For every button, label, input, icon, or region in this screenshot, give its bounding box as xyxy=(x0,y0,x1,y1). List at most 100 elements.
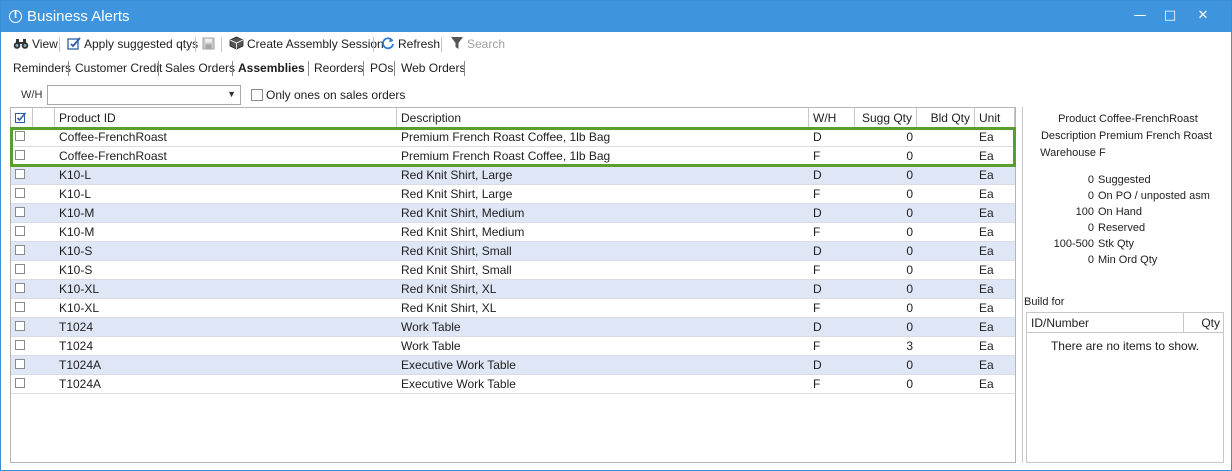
bld-qty-cell[interactable] xyxy=(917,261,975,279)
funnel-icon xyxy=(451,37,463,49)
row-checkbox[interactable] xyxy=(15,150,25,160)
sugg-qty-cell: 0 xyxy=(906,244,913,258)
sugg-qty-cell: 0 xyxy=(906,358,913,372)
bld-qty-cell[interactable] xyxy=(917,166,975,184)
sugg-qty-cell: 0 xyxy=(906,377,913,391)
tab-web-orders[interactable]: Web Orders xyxy=(401,60,465,77)
toolbar-separator xyxy=(59,37,60,52)
unit-cell: Ea xyxy=(979,263,994,277)
bld-qty-cell[interactable] xyxy=(917,147,975,165)
bld-qty-cell[interactable] xyxy=(917,337,975,355)
stat-label: Reserved xyxy=(1098,222,1146,234)
minimize-button[interactable]: — xyxy=(1125,6,1155,26)
row-checkbox[interactable] xyxy=(15,264,25,274)
wh-cell: D xyxy=(813,358,822,372)
warehouse-select[interactable]: ▼ xyxy=(47,85,241,105)
row-checkbox[interactable] xyxy=(15,245,25,255)
assembly-box-icon xyxy=(229,36,244,50)
row-checkbox[interactable] xyxy=(15,321,25,331)
tab-separator xyxy=(464,61,465,76)
wh-cell: D xyxy=(813,168,822,182)
bld-qty-cell[interactable] xyxy=(917,185,975,203)
row-checkbox[interactable] xyxy=(15,207,25,217)
window-title: Business Alerts xyxy=(27,8,130,25)
refresh-button[interactable]: Refresh xyxy=(381,36,440,53)
unit-header[interactable]: Unit xyxy=(975,108,1015,128)
stat-line: 100 On Hand xyxy=(1024,205,1224,220)
table-row[interactable]: K10-XL Red Knit Shirt, XL D 0 Ea xyxy=(11,280,1015,299)
table-row[interactable]: Coffee-FrenchRoast Premium French Roast C… xyxy=(11,128,1015,147)
row-checkbox[interactable] xyxy=(15,283,25,293)
row-checkbox[interactable] xyxy=(15,359,25,369)
tab-separator xyxy=(394,61,395,76)
table-row[interactable]: T1024A Executive Work Table D 0 Ea xyxy=(11,356,1015,375)
sugg-qty-header[interactable]: Sugg Qty xyxy=(855,108,917,128)
table-row[interactable]: K10-M Red Knit Shirt, Medium D 0 Ea xyxy=(11,204,1015,223)
apply-suggested-qtys-button[interactable]: Apply suggested qtys xyxy=(67,36,198,53)
table-row[interactable]: K10-S Red Knit Shirt, Small D 0 Ea xyxy=(11,242,1015,261)
bld-qty-header[interactable]: Bld Qty xyxy=(917,108,975,128)
close-button[interactable]: ✕ xyxy=(1188,6,1218,26)
title-bar[interactable]: ! Business Alerts — □ ✕ xyxy=(1,1,1231,32)
table-row[interactable]: K10-M Red Knit Shirt, Medium F 0 Ea xyxy=(11,223,1015,242)
bld-qty-cell[interactable] xyxy=(917,223,975,241)
description-cell: Red Knit Shirt, Large xyxy=(401,187,513,201)
row-checkbox[interactable] xyxy=(15,302,25,312)
bld-qty-cell[interactable] xyxy=(917,204,975,222)
row-checkbox[interactable] xyxy=(15,226,25,236)
unit-cell: Ea xyxy=(979,244,994,258)
search-button[interactable]: Search xyxy=(450,36,505,53)
tab-pos[interactable]: POs xyxy=(370,60,393,77)
description-header[interactable]: Description xyxy=(397,108,809,128)
tab-assemblies[interactable]: Assemblies xyxy=(238,60,305,77)
unit-cell: Ea xyxy=(979,358,994,372)
create-assembly-session-button[interactable]: Create Assembly Session xyxy=(229,36,384,53)
tab-sales-orders[interactable]: Sales Orders xyxy=(165,60,235,77)
warehouse-detail-label: Warehouse xyxy=(1040,147,1096,159)
table-row[interactable]: K10-L Red Knit Shirt, Large D 0 Ea xyxy=(11,166,1015,185)
qty-header[interactable]: Qty xyxy=(1183,313,1223,333)
table-row[interactable]: T1024 Work Table F 3 Ea xyxy=(11,337,1015,356)
row-checkbox[interactable] xyxy=(15,340,25,350)
row-checkbox[interactable] xyxy=(15,131,25,141)
product-id-cell: K10-L xyxy=(59,187,92,201)
table-row[interactable]: K10-XL Red Knit Shirt, XL F 0 Ea xyxy=(11,299,1015,318)
save-button[interactable] xyxy=(202,36,218,53)
product-id-cell: T1024 xyxy=(59,320,94,334)
sugg-qty-cell: 0 xyxy=(906,263,913,277)
table-row[interactable]: K10-S Red Knit Shirt, Small F 0 Ea xyxy=(11,261,1015,280)
select-all-header[interactable] xyxy=(11,108,33,128)
toolbar-separator xyxy=(373,37,374,52)
description-cell: Executive Work Table xyxy=(401,358,516,372)
view-button[interactable]: View xyxy=(13,36,58,53)
only-sales-orders-checkbox[interactable] xyxy=(251,89,263,101)
table-row[interactable]: Coffee-FrenchRoast Premium French Roast C… xyxy=(11,147,1015,166)
product-id-cell: K10-L xyxy=(59,168,92,182)
sugg-qty-cell: 0 xyxy=(906,168,913,182)
bld-qty-cell[interactable] xyxy=(917,356,975,374)
tab-reorders[interactable]: Reorders xyxy=(314,60,363,77)
wh-header[interactable]: W/H xyxy=(809,108,855,128)
bld-qty-cell[interactable] xyxy=(917,299,975,317)
bld-qty-cell[interactable] xyxy=(917,318,975,336)
bld-qty-cell[interactable] xyxy=(917,242,975,260)
bld-qty-cell[interactable] xyxy=(917,128,975,146)
row-checkbox[interactable] xyxy=(15,169,25,179)
table-row[interactable]: T1024 Work Table D 0 Ea xyxy=(11,318,1015,337)
maximize-button[interactable]: □ xyxy=(1155,6,1185,26)
tab-customer-credit[interactable]: Customer Credit xyxy=(75,60,162,77)
row-checkbox[interactable] xyxy=(15,188,25,198)
bld-qty-cell[interactable] xyxy=(917,280,975,298)
id-number-header[interactable]: ID/Number xyxy=(1031,316,1089,330)
sugg-qty-cell: 0 xyxy=(906,187,913,201)
table-row[interactable]: K10-L Red Knit Shirt, Large F 0 Ea xyxy=(11,185,1015,204)
stat-number: 0 xyxy=(1087,174,1094,186)
row-checkbox[interactable] xyxy=(15,378,25,388)
product-id-header[interactable]: Product ID xyxy=(55,108,397,128)
description-cell: Red Knit Shirt, XL xyxy=(401,282,497,296)
bld-qty-cell[interactable] xyxy=(917,375,975,393)
table-row[interactable]: T1024A Executive Work Table F 0 Ea xyxy=(11,375,1015,394)
tab-reminders[interactable]: Reminders xyxy=(13,60,71,77)
description-cell: Premium French Roast Coffee, 1lb Bag xyxy=(401,130,611,144)
panel-splitter[interactable] xyxy=(1022,107,1023,463)
